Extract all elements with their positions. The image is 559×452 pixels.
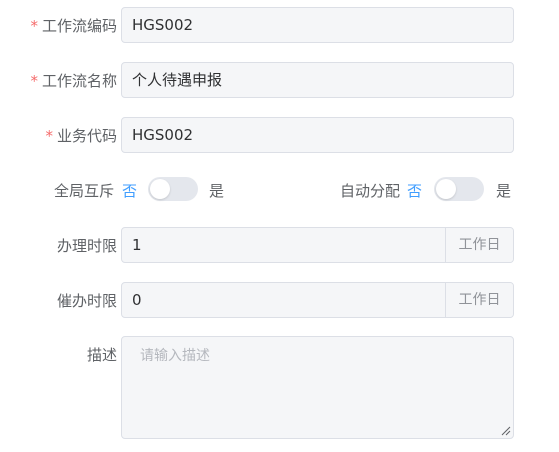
urge-limit-label: 催办时限 [56,292,117,310]
global-mutex-off-text[interactable]: 否 [122,181,137,201]
resize-handle-icon[interactable] [501,426,511,436]
business-code-input[interactable]: HGS002 [121,117,514,153]
urge-limit-input[interactable]: 0 [122,283,445,317]
auto-assign-switch[interactable] [434,177,484,201]
handle-limit-unit: 工作日 [445,228,513,262]
description-placeholder: 请输入描述 [140,348,210,364]
switch-knob [150,179,170,199]
workflow-name-label: * 工作流名称 [30,72,117,90]
description-label: 描述 [86,346,117,364]
required-mark: * [30,72,38,90]
switch-knob [436,179,456,199]
workflow-form: * 工作流编码 HGS002 * 工作流名称 个人待遇申报 * 业务代码 HGS002… [0,0,559,452]
handle-limit-label: 办理时限 [56,237,117,255]
workflow-code-input[interactable]: HGS002 [121,7,514,43]
workflow-name-input[interactable]: 个人待遇申报 [121,62,514,98]
global-mutex-switch[interactable] [148,177,198,201]
auto-assign-on-text[interactable]: 是 [496,181,511,201]
handle-limit-input-group: 1 工作日 [121,227,514,263]
auto-assign-label: 自动分配 [340,182,401,200]
workflow-code-label: * 工作流编码 [30,17,117,35]
required-mark: * [45,127,53,145]
urge-limit-unit: 工作日 [445,283,513,317]
description-textarea[interactable]: 请输入描述 [121,336,514,439]
urge-limit-input-group: 0 工作日 [121,282,514,318]
auto-assign-off-text[interactable]: 否 [407,181,422,201]
business-code-label: * 业务代码 [45,127,117,145]
required-mark: * [30,17,38,35]
handle-limit-input[interactable]: 1 [122,228,445,262]
global-mutex-on-text[interactable]: 是 [209,181,224,201]
global-mutex-label: 全局互斥 [54,182,115,200]
